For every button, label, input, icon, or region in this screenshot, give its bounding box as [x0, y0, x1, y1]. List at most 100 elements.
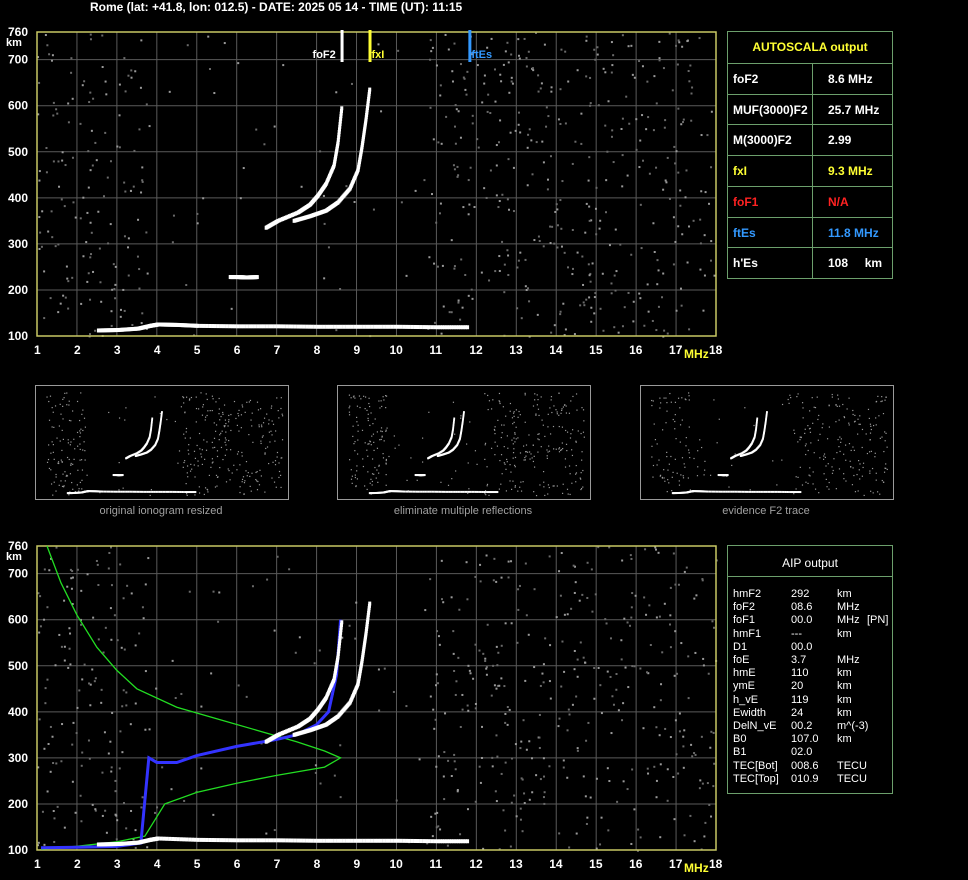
thumb-trace: [729, 490, 731, 493]
thumb-noise: [835, 404, 837, 406]
thumb-noise: [366, 449, 368, 451]
thumb-noise: [697, 450, 699, 452]
thumb-noise: [877, 395, 879, 397]
noise-pixel: [692, 219, 695, 222]
thumb-noise: [807, 425, 809, 427]
thumb-trace: [711, 490, 714, 493]
noise-pixel: [200, 767, 203, 770]
autoscala-value: 9.3 MHz: [828, 164, 873, 179]
thumb-noise: [484, 493, 486, 495]
thumb-trace: [434, 490, 437, 493]
noise-pixel: [606, 767, 609, 770]
noise-pixel: [263, 143, 266, 146]
thumb-noise: [378, 465, 380, 467]
thumb-noise: [223, 404, 226, 406]
thumb-noise: [825, 465, 827, 467]
noise-pixel: [690, 119, 693, 122]
noise-pixel: [629, 624, 632, 627]
noise-pixel: [677, 39, 680, 42]
noise-pixel: [674, 162, 677, 165]
noise-pixel: [543, 791, 546, 794]
noise-pixel: [127, 246, 130, 249]
thumb-noise: [194, 494, 196, 496]
trace-point: [333, 838, 337, 843]
thumb-noise: [817, 418, 819, 421]
noise-pixel: [639, 139, 642, 142]
noise-pixel: [459, 63, 462, 66]
trace-point: [173, 837, 177, 842]
noise-pixel: [582, 775, 585, 778]
thumb-noise: [875, 424, 877, 426]
thumb-noise: [367, 417, 369, 419]
noise-pixel: [675, 753, 678, 756]
thumb-trace: [455, 490, 458, 493]
trace-point: [265, 324, 269, 329]
trace-point: [259, 838, 263, 843]
noise-pixel: [453, 168, 456, 171]
noise-pixel: [609, 637, 612, 640]
thumbnail-caption-evidence: evidence F2 trace: [722, 505, 810, 517]
noise-pixel: [113, 287, 116, 290]
noise-pixel: [395, 799, 398, 802]
trace-point: [345, 838, 349, 843]
thumb-noise: [667, 479, 669, 481]
thumb-noise: [469, 421, 471, 423]
noise-pixel: [545, 125, 548, 128]
aip-value: 00.2: [791, 720, 813, 732]
noise-pixel: [495, 800, 498, 803]
noise-pixel: [575, 695, 578, 698]
thumb-trace: [445, 490, 447, 493]
noise-pixel: [350, 82, 353, 85]
thumb-noise: [247, 471, 249, 474]
noise-pixel: [621, 154, 624, 157]
thumb-noise: [276, 451, 279, 454]
thumb-noise: [552, 425, 555, 428]
thumb-trace: [419, 490, 421, 493]
thumb-noise: [58, 425, 60, 427]
thumb-noise: [108, 411, 110, 414]
noise-pixel: [666, 156, 669, 159]
thumb-noise: [67, 442, 69, 444]
thumb-noise: [562, 483, 564, 485]
thumb-noise: [543, 486, 545, 488]
thumb-noise: [547, 493, 549, 495]
x-tick-label: 11: [429, 857, 442, 871]
noise-pixel: [327, 246, 330, 249]
thumb-noise: [210, 466, 212, 468]
thumb-noise: [207, 410, 209, 412]
noise-pixel: [210, 672, 213, 675]
thumb-noise: [704, 460, 706, 462]
thumb-noise: [498, 392, 501, 395]
thumb-noise: [537, 451, 539, 453]
noise-pixel: [383, 667, 386, 670]
thumb-noise: [561, 492, 564, 494]
noise-pixel: [694, 651, 697, 654]
trace-point: [279, 838, 283, 843]
thumb-noise: [667, 469, 669, 471]
thumb-noise: [558, 451, 561, 453]
thumb-noise: [537, 398, 539, 401]
thumb-noise: [66, 456, 69, 459]
thumbnail-f2-trace: [640, 385, 894, 500]
thumb-trace: [111, 490, 114, 493]
thumb-noise: [186, 472, 188, 474]
noise-pixel: [493, 68, 496, 71]
thumb-noise: [225, 431, 227, 433]
x-tick-label: 6: [234, 857, 241, 871]
noise-pixel: [590, 306, 593, 309]
noise-pixel: [599, 219, 602, 222]
trace-point: [322, 838, 326, 843]
thumb-noise: [575, 472, 578, 474]
noise-pixel: [559, 594, 562, 597]
noise-pixel: [713, 762, 716, 765]
x-tick-label: 7: [274, 343, 281, 357]
thumb-noise: [239, 464, 241, 466]
noise-pixel: [100, 300, 103, 303]
noise-pixel: [460, 258, 463, 261]
thumb-noise: [491, 447, 493, 449]
trace-point: [185, 837, 189, 842]
noise-pixel: [677, 171, 680, 174]
noise-pixel: [464, 88, 467, 91]
noise-pixel: [498, 684, 501, 687]
thumb-noise: [241, 406, 244, 408]
